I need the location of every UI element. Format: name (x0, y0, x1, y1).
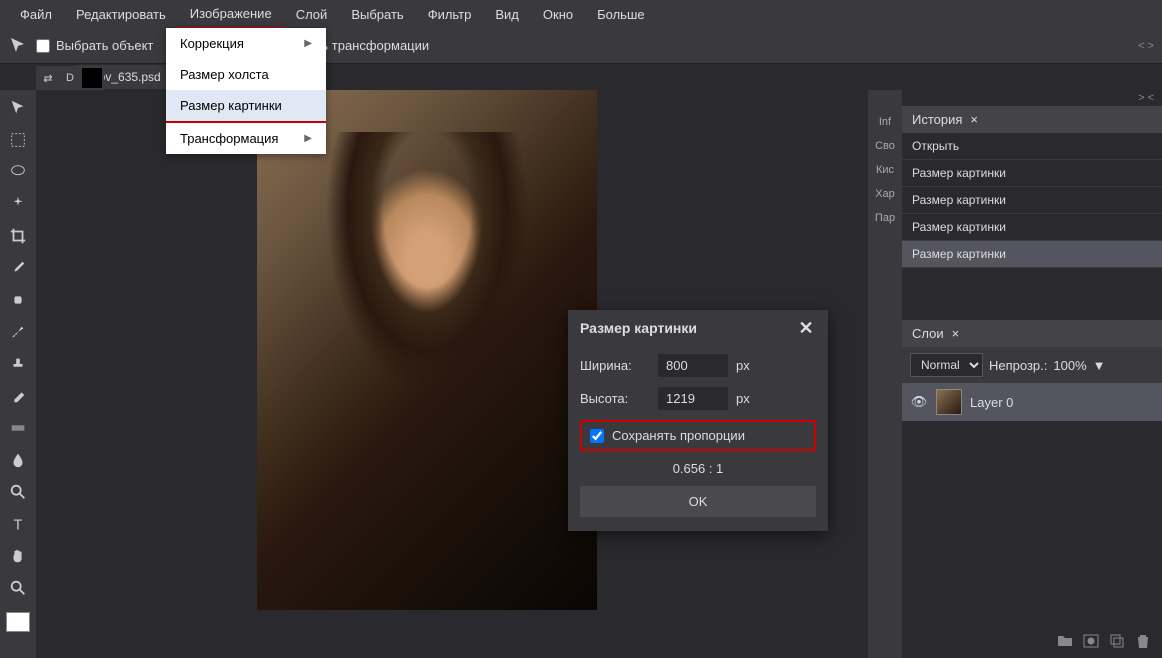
height-input[interactable] (658, 387, 728, 410)
menu-filter[interactable]: Фильтр (416, 1, 484, 28)
height-unit: px (736, 391, 750, 406)
history-item[interactable]: Размер картинки (902, 214, 1162, 241)
history-panel-header[interactable]: История × (902, 106, 1162, 133)
thumb-label: D (60, 68, 80, 88)
thumb-collapse-icon[interactable]: ⇄ (38, 68, 58, 88)
wand-tool[interactable] (4, 190, 32, 218)
hand-tool[interactable] (4, 542, 32, 570)
layers-title: Слои (912, 326, 944, 341)
transform-label: ь трансформации (321, 38, 429, 53)
thumb-preview[interactable] (82, 68, 102, 88)
panel-nav: > < (902, 90, 1162, 106)
mini-tab-svo[interactable]: Сво (868, 134, 902, 158)
svg-text:T: T (14, 517, 23, 533)
opacity-dropdown-icon[interactable]: ▼ (1093, 358, 1106, 373)
layers-panel: Слои × Normal Непрозр.: 100% ▼ 👁 Layer 0 (902, 320, 1162, 643)
history-title: История (912, 112, 962, 127)
keep-ratio-row[interactable]: Сохранять пропорции (580, 420, 816, 451)
submenu-arrow-icon: ▶ (304, 38, 312, 49)
height-label: Высота: (580, 391, 650, 406)
dodge-tool[interactable] (4, 478, 32, 506)
ratio-text: 0.656 : 1 (580, 461, 816, 476)
opacity-label: Непрозр.: (989, 358, 1047, 373)
image-size-dialog: Размер картинки ✕ Ширина: px Высота: px … (568, 310, 828, 531)
marquee-tool[interactable] (4, 126, 32, 154)
dropdown-canvas-size[interactable]: Размер холста (166, 59, 326, 90)
dialog-close-icon[interactable]: ✕ (796, 318, 816, 338)
layers-controls: Normal Непрозр.: 100% ▼ (902, 347, 1162, 383)
tools-panel: T (0, 90, 36, 658)
layer-name[interactable]: Layer 0 (970, 395, 1013, 410)
move-tool-icon (8, 36, 28, 56)
foreground-color-swatch[interactable] (6, 612, 30, 632)
keep-ratio-label: Сохранять пропорции (612, 428, 745, 443)
select-object-checkbox[interactable]: Выбрать объект (36, 38, 153, 53)
duplicate-icon[interactable] (1108, 632, 1126, 650)
mini-tab-har[interactable]: Хар (868, 182, 902, 206)
ok-button[interactable]: OK (580, 486, 816, 517)
eraser-tool[interactable] (4, 382, 32, 410)
layers-list: 👁 Layer 0 (902, 383, 1162, 643)
opacity-value[interactable]: 100% (1053, 358, 1086, 373)
gradient-tool[interactable] (4, 414, 32, 442)
menu-view[interactable]: Вид (483, 1, 531, 28)
mini-tab-inf[interactable]: Inf (868, 110, 902, 134)
layer-thumb-strip: ⇄ D (36, 66, 104, 90)
history-item[interactable]: Размер картинки (902, 187, 1162, 214)
width-input[interactable] (658, 354, 728, 377)
stamp-tool[interactable] (4, 350, 32, 378)
nav-left-icon[interactable]: < > (1138, 40, 1154, 52)
zoom-tool[interactable] (4, 574, 32, 602)
history-item[interactable]: Размер картинки (902, 241, 1162, 268)
menubar: Файл Редактировать Изображение Слой Выбр… (0, 0, 1162, 28)
mask-icon[interactable] (1082, 632, 1100, 650)
width-unit: px (736, 358, 750, 373)
lasso-tool[interactable] (4, 158, 32, 186)
history-close-icon[interactable]: × (970, 112, 978, 127)
history-item[interactable]: Открыть (902, 133, 1162, 160)
mini-tab-kis[interactable]: Кис (868, 158, 902, 182)
layers-panel-header[interactable]: Слои × (902, 320, 1162, 347)
history-list: Открыть Размер картинки Размер картинки … (902, 133, 1162, 318)
heal-tool[interactable] (4, 286, 32, 314)
crop-tool[interactable] (4, 222, 32, 250)
dialog-header[interactable]: Размер картинки ✕ (568, 310, 828, 346)
history-item[interactable]: Размер картинки (902, 160, 1162, 187)
dropdown-image-size[interactable]: Размер картинки (166, 90, 326, 123)
menu-more[interactable]: Больше (585, 1, 657, 28)
blur-tool[interactable] (4, 446, 32, 474)
menu-edit[interactable]: Редактировать (64, 1, 178, 28)
dialog-title: Размер картинки (580, 320, 697, 336)
select-object-label: Выбрать объект (56, 38, 153, 53)
menu-select[interactable]: Выбрать (339, 1, 415, 28)
mini-tab-par[interactable]: Пар (868, 206, 902, 230)
menu-layer[interactable]: Слой (284, 1, 340, 28)
dropdown-transform[interactable]: Трансформация ▶ (166, 123, 326, 154)
move-tool[interactable] (4, 94, 32, 122)
canvas-image[interactable] (257, 90, 597, 610)
right-panels: Inf Сво Кис Хар Пар > < История × Открыт… (868, 90, 1162, 658)
eyedropper-tool[interactable] (4, 254, 32, 282)
layers-close-icon[interactable]: × (952, 326, 960, 341)
submenu-arrow-icon: ▶ (304, 133, 312, 144)
text-tool[interactable]: T (4, 510, 32, 538)
menu-image[interactable]: Изображение (178, 0, 284, 29)
width-label: Ширина: (580, 358, 650, 373)
layer-visibility-icon[interactable]: 👁 (910, 394, 928, 410)
image-dropdown-menu: Коррекция ▶ Размер холста Размер картинк… (166, 28, 326, 154)
collapsed-panel-tabs: Inf Сво Кис Хар Пар (868, 90, 902, 658)
dropdown-correction[interactable]: Коррекция ▶ (166, 28, 326, 59)
select-object-input[interactable] (36, 39, 50, 53)
layers-footer (1048, 626, 1160, 656)
folder-icon[interactable] (1056, 632, 1074, 650)
layer-thumbnail[interactable] (936, 389, 962, 415)
keep-ratio-checkbox[interactable] (590, 429, 604, 443)
menu-window[interactable]: Окно (531, 1, 585, 28)
menu-file[interactable]: Файл (8, 1, 64, 28)
layer-row[interactable]: 👁 Layer 0 (902, 383, 1162, 421)
panel-nav-right[interactable]: > < (1138, 92, 1154, 104)
blend-mode-select[interactable]: Normal (910, 353, 983, 377)
trash-icon[interactable] (1134, 632, 1152, 650)
brush-tool[interactable] (4, 318, 32, 346)
